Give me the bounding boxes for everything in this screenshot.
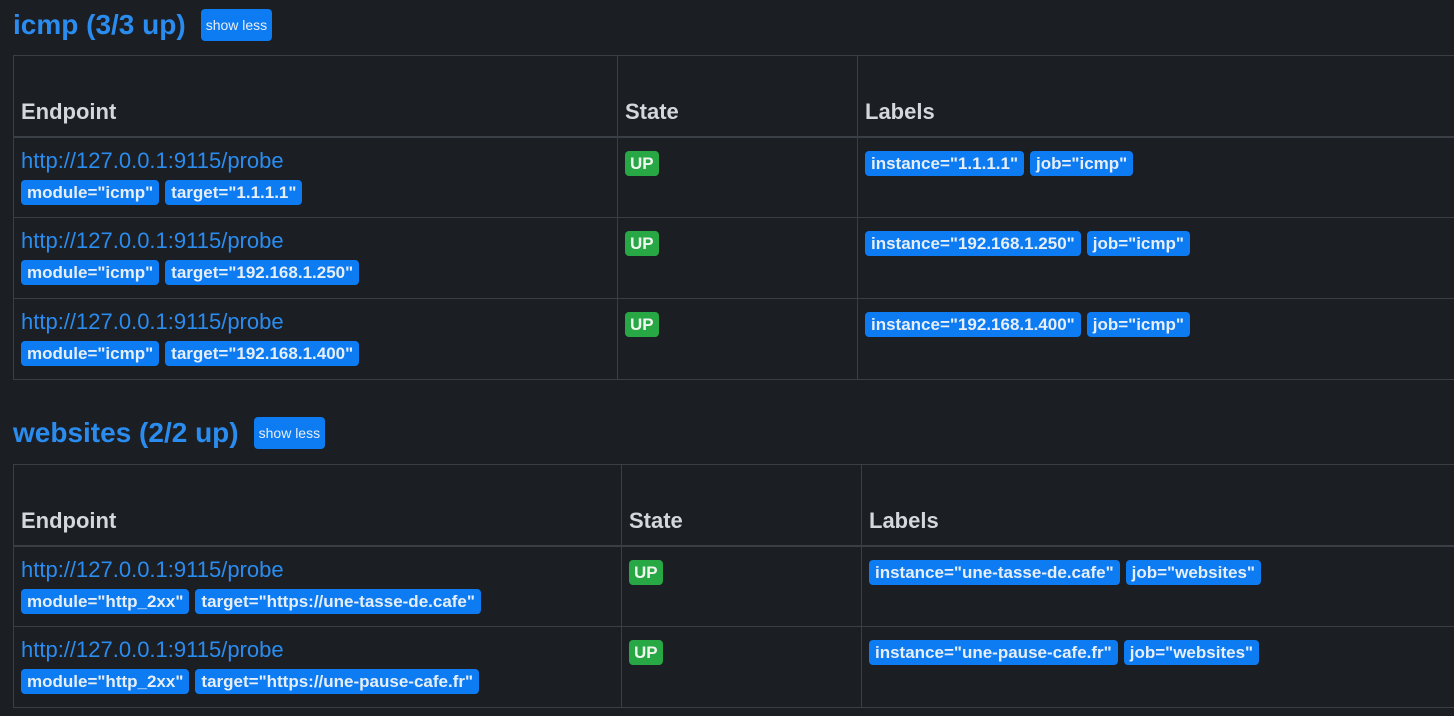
column-header-state: State — [617, 55, 858, 138]
endpoint-link[interactable]: http://127.0.0.1:9115/probe — [21, 228, 610, 254]
label-badge: instance="192.168.1.250" — [865, 231, 1081, 256]
state-badge: UP — [625, 231, 659, 256]
column-header-labels: Labels — [861, 464, 1454, 547]
label-badge: instance="une-pause-cafe.fr" — [869, 640, 1118, 665]
param-badge: module="icmp" — [21, 341, 160, 366]
param-badge: module="icmp" — [21, 179, 160, 205]
pool-title: icmp (3/3 up) — [13, 9, 186, 40]
param-badge: module="http_2xx" — [21, 588, 190, 614]
labels-cell: instance="une-pause-cafe.fr" job="website… — [861, 626, 1454, 708]
column-header-endpoint: Endpoint — [13, 55, 618, 138]
state-cell: UP — [621, 626, 862, 708]
param-badge: module="icmp" — [21, 260, 160, 285]
state-cell: UP — [621, 545, 862, 627]
state-cell: UP — [617, 298, 858, 380]
table-row: http://127.0.0.1:9115/probe module="icmp… — [13, 136, 1454, 218]
state-badge: UP — [629, 559, 663, 585]
endpoint-cell: http://127.0.0.1:9115/probe module="http… — [13, 545, 622, 627]
label-badge: instance="192.168.1.400" — [865, 312, 1081, 337]
param-badge: target="192.168.1.250" — [165, 260, 360, 285]
targets-table: Endpoint State Labels http://127.0.0.1:9… — [13, 55, 1454, 380]
labels-cell: instance="1.1.1.1" job="icmp" — [857, 136, 1454, 218]
label-badge: job="icmp" — [1030, 150, 1134, 176]
param-badge: module="http_2xx" — [21, 669, 190, 694]
labels-cell: instance="192.168.1.250" job="icmp" — [857, 217, 1454, 299]
label-badge: instance="une-tasse-de.cafe" — [869, 559, 1120, 585]
pool-icmp: icmp (3/3 up) show less Endpoint State L… — [13, 8, 1454, 380]
endpoint-cell: http://127.0.0.1:9115/probe module="icmp… — [13, 217, 618, 299]
label-badge: job="websites" — [1123, 640, 1260, 665]
endpoint-link[interactable]: http://127.0.0.1:9115/probe — [21, 637, 614, 663]
label-badge: job="websites" — [1125, 559, 1261, 585]
endpoint-cell: http://127.0.0.1:9115/probe module="icmp… — [13, 136, 618, 218]
labels-cell: instance="192.168.1.400" job="icmp" — [857, 298, 1454, 380]
table-row: http://127.0.0.1:9115/probe module="http… — [13, 545, 1454, 627]
endpoint-link[interactable]: http://127.0.0.1:9115/probe — [21, 557, 614, 583]
state-badge: UP — [625, 312, 659, 337]
param-badge: target="192.168.1.400" — [165, 341, 360, 366]
show-less-button[interactable]: show less — [253, 417, 326, 449]
endpoint-link[interactable]: http://127.0.0.1:9115/probe — [21, 309, 610, 335]
label-badge: job="icmp" — [1086, 312, 1190, 337]
table-row: http://127.0.0.1:9115/probe module="icmp… — [13, 298, 1454, 380]
pool-header: icmp (3/3 up) show less — [13, 8, 1454, 42]
pool-title: websites (2/2 up) — [13, 417, 239, 448]
state-cell: UP — [617, 136, 858, 218]
endpoint-cell: http://127.0.0.1:9115/probe module="http… — [13, 626, 622, 708]
labels-cell: instance="une-tasse-de.cafe" job="website… — [861, 545, 1454, 627]
label-badge: instance="1.1.1.1" — [865, 150, 1025, 176]
column-header-endpoint: Endpoint — [13, 464, 622, 547]
endpoint-link[interactable]: http://127.0.0.1:9115/probe — [21, 148, 610, 174]
column-header-state: State — [621, 464, 862, 547]
table-row: http://127.0.0.1:9115/probe module="icmp… — [13, 217, 1454, 299]
pool-websites: websites (2/2 up) show less Endpoint Sta… — [13, 416, 1454, 708]
show-less-button[interactable]: show less — [200, 9, 273, 41]
targets-table: Endpoint State Labels http://127.0.0.1:9… — [13, 464, 1454, 708]
label-badge: job="icmp" — [1086, 231, 1190, 256]
table-row: http://127.0.0.1:9115/probe module="http… — [13, 626, 1454, 708]
param-badge: target="https://une-tasse-de.cafe" — [195, 588, 481, 614]
state-badge: UP — [629, 640, 663, 665]
state-badge: UP — [625, 150, 659, 176]
state-cell: UP — [617, 217, 858, 299]
column-header-labels: Labels — [857, 55, 1454, 138]
param-badge: target="https://une-pause-cafe.fr" — [195, 669, 480, 694]
param-badge: target="1.1.1.1" — [165, 179, 303, 205]
pool-header: websites (2/2 up) show less — [13, 416, 1454, 450]
endpoint-cell: http://127.0.0.1:9115/probe module="icmp… — [13, 298, 618, 380]
